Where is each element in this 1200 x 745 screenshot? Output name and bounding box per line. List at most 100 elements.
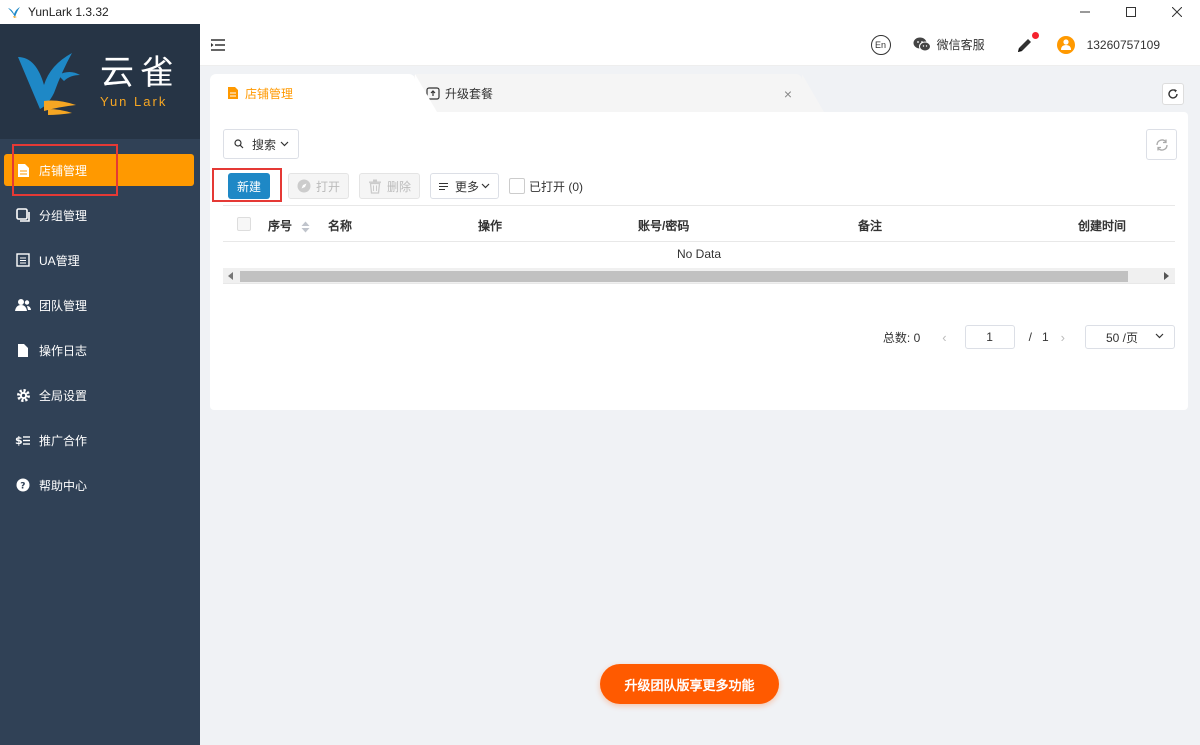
page-size-label: 50 /页	[1106, 330, 1139, 345]
next-page-icon[interactable]: ›	[1061, 330, 1065, 345]
sidebar: 云雀 Yun Lark 店铺管理 分组管理 UA管理 团队管理 操作日志 全局设…	[0, 24, 200, 745]
chevron-down-icon	[1155, 333, 1164, 339]
col-created: 创建时间	[1078, 219, 1127, 233]
sidebar-item-label: 全局设置	[39, 388, 88, 403]
chevron-down-icon	[280, 141, 289, 147]
main-card: 搜索 新建 打开 删除 更多 已打开 (0) 序号 名称 操作 账号/密码 备注…	[210, 112, 1188, 410]
sidebar-item-team[interactable]: 团队管理	[4, 289, 194, 321]
page-separator: /	[1028, 330, 1032, 344]
dollar-icon: $	[15, 432, 31, 448]
window-title: YunLark 1.3.32	[28, 5, 109, 19]
sidebar-item-promo[interactable]: $ 推广合作	[4, 424, 194, 456]
app-logo-icon	[8, 7, 20, 18]
pagination: 总数: 0 ‹ 1 / 1 › 50 /页	[883, 325, 1175, 349]
col-account: 账号/密码	[638, 219, 690, 233]
sidebar-item-label: 帮助中心	[39, 478, 88, 493]
delete-label: 删除	[387, 179, 412, 194]
upgrade-team-button[interactable]: 升级团队版享更多功能	[600, 664, 779, 704]
tabs-bar: 升级套餐 × 店铺管理	[200, 66, 1200, 112]
shop-table: 序号 名称 操作 账号/密码 备注 创建时间 No Data	[223, 205, 1175, 284]
open-label: 打开	[316, 179, 341, 194]
scrollbar-thumb[interactable]	[240, 271, 1128, 282]
collapse-menu-icon[interactable]	[210, 37, 226, 53]
refresh-tab-button[interactable]	[1162, 83, 1184, 105]
search-icon	[234, 139, 244, 149]
logo-cn: 云雀	[100, 53, 180, 93]
window-titlebar: YunLark 1.3.32	[0, 0, 1200, 24]
user-icon	[1060, 39, 1071, 50]
menu-lines-icon	[439, 182, 449, 190]
sidebar-item-settings[interactable]: 全局设置	[4, 379, 194, 411]
trash-icon	[369, 179, 382, 194]
sidebar-item-label: 分组管理	[39, 208, 88, 223]
sidebar-item-log[interactable]: 操作日志	[4, 334, 194, 366]
empty-text: No Data	[676, 247, 722, 261]
svg-text:?: ?	[20, 482, 25, 492]
logo-area: 云雀 Yun Lark	[0, 24, 200, 139]
scroll-right-icon[interactable]	[1164, 272, 1169, 280]
new-button[interactable]: 新建	[228, 173, 270, 199]
language-switch-button[interactable]: En	[870, 34, 891, 55]
refresh-icon	[1168, 89, 1178, 99]
tab-shop[interactable]: 店铺管理	[210, 74, 437, 112]
delete-button[interactable]: 删除	[359, 173, 421, 199]
notification-dot	[1031, 31, 1039, 39]
sidebar-item-group[interactable]: 分组管理	[4, 199, 194, 231]
avatar	[1056, 35, 1075, 54]
pen-icon	[1017, 38, 1031, 52]
user-menu[interactable]: 13260757109	[1056, 35, 1160, 54]
reload-button[interactable]	[1146, 129, 1177, 160]
opened-checkbox[interactable]	[509, 178, 526, 194]
sidebar-item-label: UA管理	[39, 253, 80, 268]
search-dropdown[interactable]: 搜索	[223, 129, 299, 159]
sidebar-item-label: 推广合作	[39, 433, 88, 448]
file-icon	[15, 342, 31, 358]
horizontal-scrollbar[interactable]	[223, 268, 1175, 284]
maximize-button[interactable]	[1108, 0, 1154, 24]
prev-page-icon[interactable]: ‹	[942, 330, 946, 345]
bird-logo-icon	[18, 52, 80, 115]
tab-label: 升级套餐	[445, 86, 494, 101]
compass-icon	[297, 179, 311, 193]
more-dropdown[interactable]: 更多	[430, 173, 500, 199]
user-phone: 13260757109	[1086, 37, 1160, 52]
svg-text:$: $	[15, 434, 23, 447]
wechat-service-button[interactable]: 微信客服	[913, 36, 985, 53]
sidebar-menu: 店铺管理 分组管理 UA管理 团队管理 操作日志 全局设置 $ 推广合作 ? 帮…	[0, 139, 200, 501]
list-icon	[15, 252, 31, 268]
pen-button[interactable]	[1015, 31, 1039, 55]
col-index[interactable]: 序号	[268, 217, 310, 234]
more-label: 更多	[455, 179, 480, 194]
page-size-select[interactable]: 50 /页	[1085, 325, 1175, 349]
sidebar-item-shop[interactable]: 店铺管理	[4, 154, 194, 186]
team-icon	[15, 297, 31, 313]
col-action: 操作	[478, 219, 503, 233]
col-label: 序号	[268, 219, 293, 233]
opened-filter[interactable]: 已打开 (0)	[509, 178, 583, 195]
sidebar-item-label: 店铺管理	[39, 163, 88, 178]
tab-close-icon[interactable]: ×	[784, 86, 792, 102]
document-icon	[228, 87, 238, 99]
copy-icon	[15, 207, 31, 223]
select-all-checkbox[interactable]	[237, 217, 251, 231]
help-icon: ?	[15, 477, 31, 493]
col-remark: 备注	[858, 219, 883, 233]
total-count: 总数: 0	[882, 330, 921, 345]
wechat-label: 微信客服	[936, 38, 985, 52]
sort-icon	[301, 221, 310, 233]
scroll-left-icon[interactable]	[228, 272, 233, 280]
table-header: 序号 名称 操作 账号/密码 备注 创建时间	[223, 205, 1175, 242]
tab-upgrade[interactable]: 升级套餐 ×	[412, 74, 824, 112]
gear-icon	[15, 387, 31, 403]
sidebar-item-label: 团队管理	[39, 298, 88, 313]
minimize-button[interactable]	[1062, 0, 1108, 24]
sidebar-item-ua[interactable]: UA管理	[4, 244, 194, 276]
close-icon	[1172, 7, 1182, 17]
open-button[interactable]: 打开	[288, 173, 350, 199]
sync-icon	[1155, 138, 1168, 151]
col-name: 名称	[328, 219, 353, 233]
page-number-input[interactable]: 1	[964, 325, 1015, 349]
close-window-button[interactable]	[1154, 0, 1200, 24]
tab-label: 店铺管理	[245, 86, 294, 101]
sidebar-item-help[interactable]: ? 帮助中心	[4, 469, 194, 501]
